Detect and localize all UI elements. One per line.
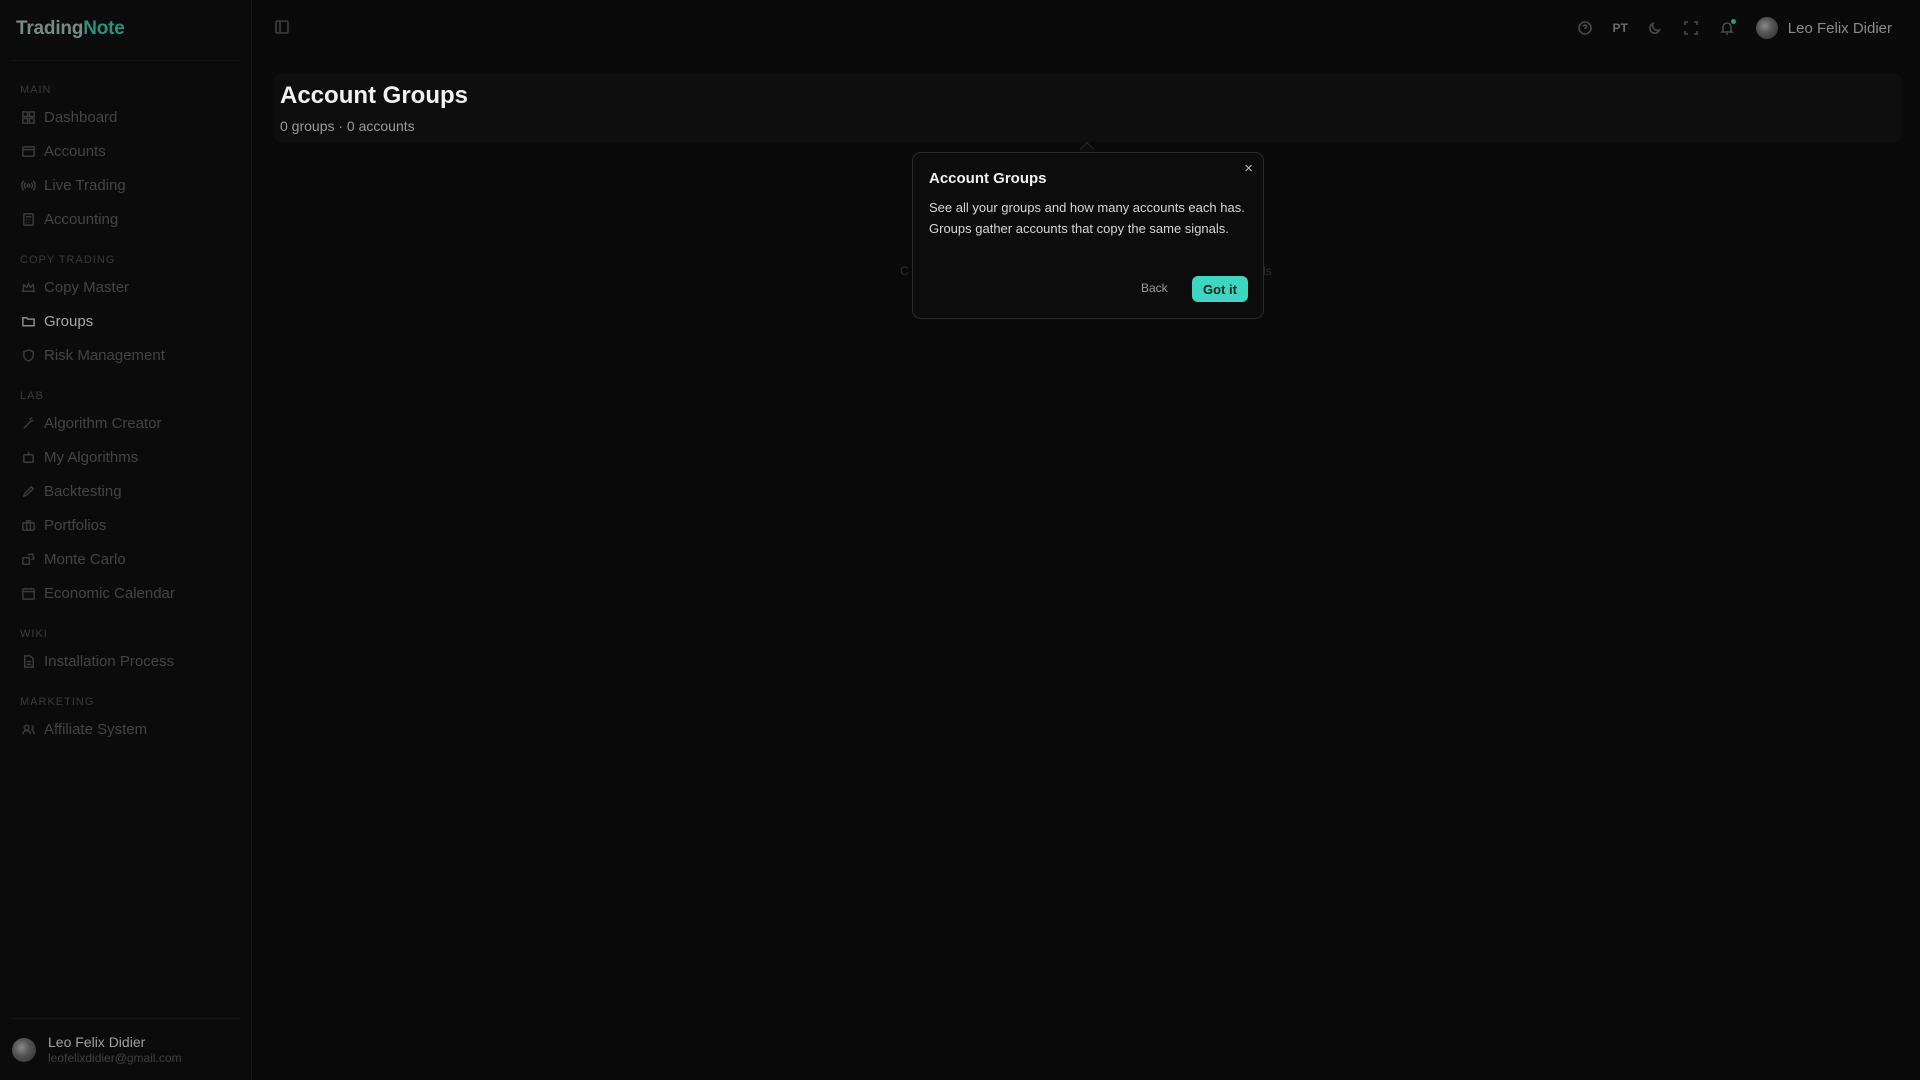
sidebar-item-label: Affiliate System: [44, 720, 148, 738]
help-button[interactable]: [1576, 19, 1594, 37]
help-icon: [1578, 21, 1593, 35]
sidebar-item-backtesting[interactable]: Backtesting: [0, 474, 251, 508]
shield-icon: [20, 347, 36, 363]
sidebar-item-live-trading[interactable]: Live Trading: [0, 168, 251, 202]
briefcase-icon: [20, 517, 36, 533]
sidebar-user-card[interactable]: Leo Felix Didier leofelixdidier@gmail.co…: [10, 1018, 241, 1080]
user-email: leofelixdidier@gmail.com: [48, 1050, 182, 1065]
divider: [10, 60, 241, 61]
theme-toggle-button[interactable]: [1646, 19, 1664, 37]
sidebar-item-label: Groups: [44, 312, 94, 330]
sidebar-item-label: Portfolios: [44, 516, 107, 534]
brand-logo-part2: Note: [83, 18, 125, 39]
robot-icon: [20, 449, 36, 465]
avatar: [1755, 17, 1778, 39]
broadcast-icon: [20, 177, 36, 193]
sidebar-item-monte-carlo[interactable]: Monte Carlo: [0, 542, 251, 576]
section-label-wiki: WIKI: [20, 628, 48, 640]
sidebar-item-label: Live Trading: [44, 176, 126, 194]
dashboard-icon: [20, 109, 36, 125]
back-button[interactable]: Back: [1141, 281, 1168, 295]
sidebar-item-affiliate-system[interactable]: Affiliate System: [0, 712, 251, 746]
sidebar-item-label: Economic Calendar: [44, 584, 175, 602]
brand-logo-part1: Trading: [16, 18, 84, 39]
sidebar-item-copy-master[interactable]: Copy Master: [0, 270, 251, 304]
crown-icon: [20, 279, 36, 295]
page-title: Account Groups: [280, 82, 469, 109]
sidebar-item-economic-calendar[interactable]: Economic Calendar: [0, 576, 251, 610]
wallet-icon: [20, 143, 36, 159]
user-menu[interactable]: Leo Felix Didier: [1755, 17, 1892, 39]
document-icon: [20, 653, 36, 669]
pencil-icon: [20, 483, 36, 499]
sidebar-item-label: Accounts: [44, 142, 106, 160]
close-button[interactable]: ×: [1244, 160, 1253, 177]
sidebar-item-dashboard[interactable]: Dashboard: [0, 100, 251, 134]
empty-state-text-fragment: ls: [1263, 264, 1272, 278]
sidebar-item-accounting[interactable]: Accounting: [0, 202, 251, 236]
user-name: Leo Felix Didier: [1787, 19, 1892, 37]
sidebar-item-my-algorithms[interactable]: My Algorithms: [0, 440, 251, 474]
sidebar-item-label: Risk Management: [44, 346, 165, 364]
page-subtitle: 0 groups · 0 accounts: [280, 118, 415, 134]
sidebar: TradingNote MAIN Dashboard Accounts Live…: [0, 0, 252, 1080]
users-icon: [20, 721, 36, 737]
sidebar-item-risk-management[interactable]: Risk Management: [0, 338, 251, 372]
calculator-icon: [20, 211, 36, 227]
sidebar-item-portfolios[interactable]: Portfolios: [0, 508, 251, 542]
sidebar-nav: MAIN Dashboard Accounts Live Trading Acc…: [0, 76, 251, 746]
sidebar-item-label: Algorithm Creator: [44, 414, 162, 432]
sidebar-item-groups[interactable]: Groups: [0, 304, 251, 338]
got-it-button[interactable]: Got it: [1192, 276, 1248, 302]
sidebar-item-label: Installation Process: [44, 652, 175, 670]
avatar: [12, 1037, 36, 1062]
language-button[interactable]: PT: [1612, 21, 1627, 35]
sidebar-item-algorithm-creator[interactable]: Algorithm Creator: [0, 406, 251, 440]
sidebar-item-label: Monte Carlo: [44, 550, 126, 568]
sidebar-item-installation-process[interactable]: Installation Process: [0, 644, 251, 678]
brand-logo[interactable]: TradingNote: [16, 18, 125, 40]
popover-body: See all your groups and how many account…: [929, 200, 1245, 236]
section-label-main: MAIN: [20, 84, 52, 96]
topbar-actions: PT Leo Felix Didier: [1558, 14, 1892, 42]
calendar-icon: [20, 585, 36, 601]
sidebar-item-label: Copy Master: [44, 278, 130, 296]
tour-popover: × Account Groups See all your groups and…: [912, 152, 1264, 319]
fullscreen-icon: [1683, 21, 1698, 35]
panel-left-icon: [275, 20, 289, 34]
sidebar-item-accounts[interactable]: Accounts: [0, 134, 251, 168]
dice-icon: [20, 551, 36, 567]
sidebar-item-label: Accounting: [44, 210, 119, 228]
notifications-button[interactable]: [1718, 19, 1736, 37]
folder-icon: [20, 313, 36, 329]
magic-wand-icon: [20, 415, 36, 431]
sidebar-item-label: My Algorithms: [44, 448, 139, 466]
section-label-lab: LAB: [20, 390, 44, 402]
user-name: Leo Felix Didier: [48, 1033, 146, 1050]
popover-title: Account Groups: [929, 170, 1047, 187]
section-label-marketing: MARKETING: [20, 696, 95, 708]
sidebar-item-label: Dashboard: [44, 108, 118, 126]
page-header: Account Groups 0 groups · 0 accounts: [274, 74, 1902, 142]
sidebar-toggle-button[interactable]: [274, 19, 290, 35]
empty-state-text-fragment: C: [900, 264, 909, 278]
sidebar-item-label: Backtesting: [44, 482, 122, 500]
moon-icon: [1648, 22, 1661, 34]
notification-dot: [1730, 19, 1736, 24]
fullscreen-button[interactable]: [1682, 19, 1700, 37]
section-label-copy-trading: COPY TRADING: [20, 254, 116, 266]
